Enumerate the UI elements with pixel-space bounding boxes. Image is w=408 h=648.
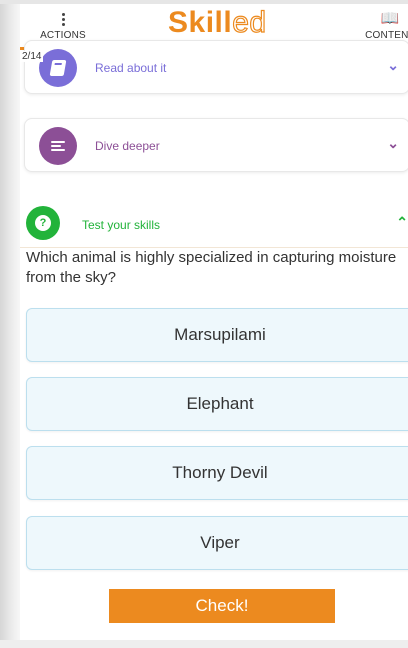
device-frame-left bbox=[0, 0, 20, 648]
app-screen: ACTIONS Skilled 📖 CONTENT 2/14 Read abou… bbox=[20, 4, 408, 640]
chevron-down-icon[interactable]: ⌄ bbox=[387, 57, 399, 74]
section-test-your-skills[interactable]: ? Test your skills ⌃ bbox=[20, 202, 408, 248]
quiz-question: Which animal is highly specialized in ca… bbox=[26, 249, 397, 286]
more-vertical-icon bbox=[36, 10, 90, 28]
answer-option[interactable]: Marsupilami bbox=[26, 308, 408, 362]
chevron-up-icon[interactable]: ⌃ bbox=[396, 214, 408, 231]
answer-option[interactable]: Viper bbox=[26, 516, 408, 570]
skilled-logo: Skilled bbox=[168, 5, 267, 39]
book-icon bbox=[39, 49, 77, 87]
book-open-icon: 📖 bbox=[380, 10, 400, 27]
section-title: Test your skills bbox=[82, 218, 161, 232]
answer-option[interactable]: Elephant bbox=[26, 377, 408, 431]
lines-icon bbox=[39, 127, 77, 165]
actions-button[interactable]: ACTIONS bbox=[36, 10, 90, 41]
check-button[interactable]: Check! bbox=[109, 589, 335, 623]
section-title: Read about it bbox=[95, 61, 167, 75]
answer-option[interactable]: Thorny Devil bbox=[26, 446, 408, 500]
section-title: Dive deeper bbox=[95, 139, 160, 153]
page-counter: 2/14 bbox=[20, 51, 44, 62]
question-icon: ? bbox=[26, 206, 60, 240]
chevron-down-icon[interactable]: ⌄ bbox=[387, 135, 399, 152]
device-frame-bottom bbox=[0, 640, 408, 648]
content-button[interactable]: 📖 CONTENT bbox=[360, 10, 408, 41]
section-dive-deeper[interactable]: Dive deeper ⌄ bbox=[24, 118, 408, 172]
section-read-about-it[interactable]: Read about it ⌄ bbox=[24, 40, 408, 94]
